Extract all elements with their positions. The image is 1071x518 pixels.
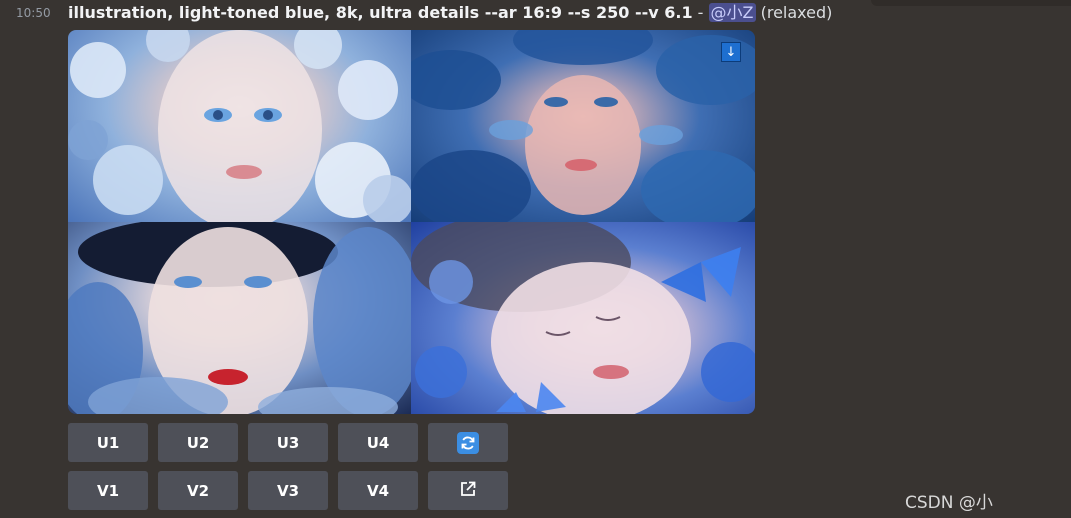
upscale-4-button[interactable]: U4 [338, 423, 418, 462]
generated-image-1[interactable] [68, 30, 411, 222]
message-content: illustration, light-toned blue, 8k, ultr… [68, 2, 832, 24]
job-status: (relaxed) [760, 3, 833, 22]
external-link-icon [459, 480, 477, 502]
upscale-2-button[interactable]: U2 [158, 423, 238, 462]
watermark: CSDN @小 [905, 493, 993, 513]
generated-image-3[interactable] [68, 222, 411, 414]
upscale-3-button[interactable]: U3 [248, 423, 328, 462]
variation-1-button[interactable]: V1 [68, 471, 148, 510]
image-grid[interactable]: ↓ [68, 30, 755, 414]
image-4-art [411, 222, 755, 414]
image-3-art [68, 222, 411, 414]
reroll-button[interactable] [428, 423, 508, 462]
download-icon[interactable]: ↓ [721, 42, 741, 62]
user-mention[interactable]: @小Z [708, 3, 756, 22]
top-bar-edge [871, 0, 1071, 6]
separator: - [692, 3, 709, 22]
refresh-icon [457, 431, 479, 454]
variation-4-button[interactable]: V4 [338, 471, 418, 510]
prompt-text: illustration, light-toned blue, 8k, ultr… [68, 3, 693, 22]
variation-3-button[interactable]: V3 [248, 471, 328, 510]
image-2-art [411, 30, 755, 222]
generated-image-4[interactable] [411, 222, 755, 414]
upscale-1-button[interactable]: U1 [68, 423, 148, 462]
generated-image-2[interactable]: ↓ [411, 30, 755, 222]
message-timestamp: 10:50 [16, 6, 51, 20]
open-in-browser-button[interactable] [428, 471, 508, 510]
variation-2-button[interactable]: V2 [158, 471, 238, 510]
image-1-art [68, 30, 411, 222]
